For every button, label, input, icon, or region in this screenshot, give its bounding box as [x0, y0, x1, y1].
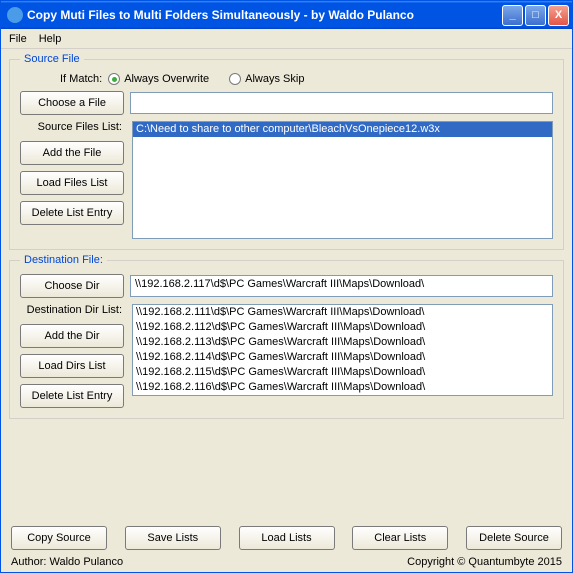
if-match-label: If Match: — [60, 73, 102, 85]
list-item[interactable]: \\192.168.2.112\d$\PC Games\Warcraft III… — [133, 320, 552, 335]
list-item[interactable]: \\192.168.2.113\d$\PC Games\Warcraft III… — [133, 335, 552, 350]
add-dir-button[interactable]: Add the Dir — [20, 324, 124, 348]
list-item[interactable]: \\192.168.2.114\d$\PC Games\Warcraft III… — [133, 350, 552, 365]
clear-lists-button[interactable]: Clear Lists — [352, 526, 448, 550]
radio-overwrite[interactable]: Always Overwrite — [108, 73, 209, 85]
maximize-button[interactable]: □ — [525, 5, 546, 26]
radio-icon — [108, 73, 120, 85]
add-file-button[interactable]: Add the File — [20, 141, 124, 165]
footer: Author: Waldo Pulanco Copyright © Quantu… — [1, 554, 572, 572]
dest-list-label: Destination Dir List: — [20, 304, 124, 316]
bottom-button-row: Copy Source Save Lists Load Lists Clear … — [1, 520, 572, 554]
choose-file-button[interactable]: Choose a File — [20, 91, 124, 115]
dest-legend: Destination File: — [20, 254, 107, 266]
source-files-listbox[interactable]: C:\Need to share to other computer\Bleac… — [132, 121, 553, 239]
list-item[interactable]: \\192.168.2.115\d$\PC Games\Warcraft III… — [133, 365, 552, 380]
delete-source-button[interactable]: Delete Source — [466, 526, 562, 550]
radio-skip-label: Always Skip — [245, 73, 304, 85]
destination-dir-listbox[interactable]: \\192.168.2.111\d$\PC Games\Warcraft III… — [132, 304, 553, 396]
source-legend: Source File — [20, 53, 84, 65]
destination-file-group: Destination File: Choose Dir \\192.168.2… — [9, 254, 564, 419]
list-item[interactable]: \\192.168.2.116\d$\PC Games\Warcraft III… — [133, 380, 552, 395]
radio-overwrite-label: Always Overwrite — [124, 73, 209, 85]
source-list-label: Source Files List: — [20, 121, 124, 133]
delete-dest-entry-button[interactable]: Delete List Entry — [20, 384, 124, 408]
dir-input[interactable]: \\192.168.2.117\d$\PC Games\Warcraft III… — [130, 275, 553, 297]
app-window: Copy Muti Files to Multi Folders Simulta… — [0, 0, 573, 573]
radio-skip[interactable]: Always Skip — [229, 73, 304, 85]
window-title: Copy Muti Files to Multi Folders Simulta… — [27, 8, 502, 22]
load-lists-button[interactable]: Load Lists — [239, 526, 335, 550]
app-icon — [7, 7, 23, 23]
author-label: Author: Waldo Pulanco — [11, 556, 123, 568]
copyright-label: Copyright © Quantumbyte 2015 — [407, 556, 562, 568]
menu-help[interactable]: Help — [39, 33, 62, 45]
menu-file[interactable]: File — [9, 33, 27, 45]
titlebar[interactable]: Copy Muti Files to Multi Folders Simulta… — [1, 1, 572, 29]
list-item[interactable]: C:\Need to share to other computer\Bleac… — [133, 122, 552, 137]
choose-dir-button[interactable]: Choose Dir — [20, 274, 124, 298]
file-input[interactable] — [130, 92, 553, 114]
delete-source-entry-button[interactable]: Delete List Entry — [20, 201, 124, 225]
copy-source-button[interactable]: Copy Source — [11, 526, 107, 550]
radio-icon — [229, 73, 241, 85]
list-item[interactable]: \\192.168.2.111\d$\PC Games\Warcraft III… — [133, 305, 552, 320]
minimize-button[interactable]: _ — [502, 5, 523, 26]
load-files-button[interactable]: Load Files List — [20, 171, 124, 195]
menubar: File Help — [1, 29, 572, 49]
load-dirs-button[interactable]: Load Dirs List — [20, 354, 124, 378]
save-lists-button[interactable]: Save Lists — [125, 526, 221, 550]
close-button[interactable]: X — [548, 5, 569, 26]
source-file-group: Source File If Match: Always Overwrite A… — [9, 53, 564, 250]
